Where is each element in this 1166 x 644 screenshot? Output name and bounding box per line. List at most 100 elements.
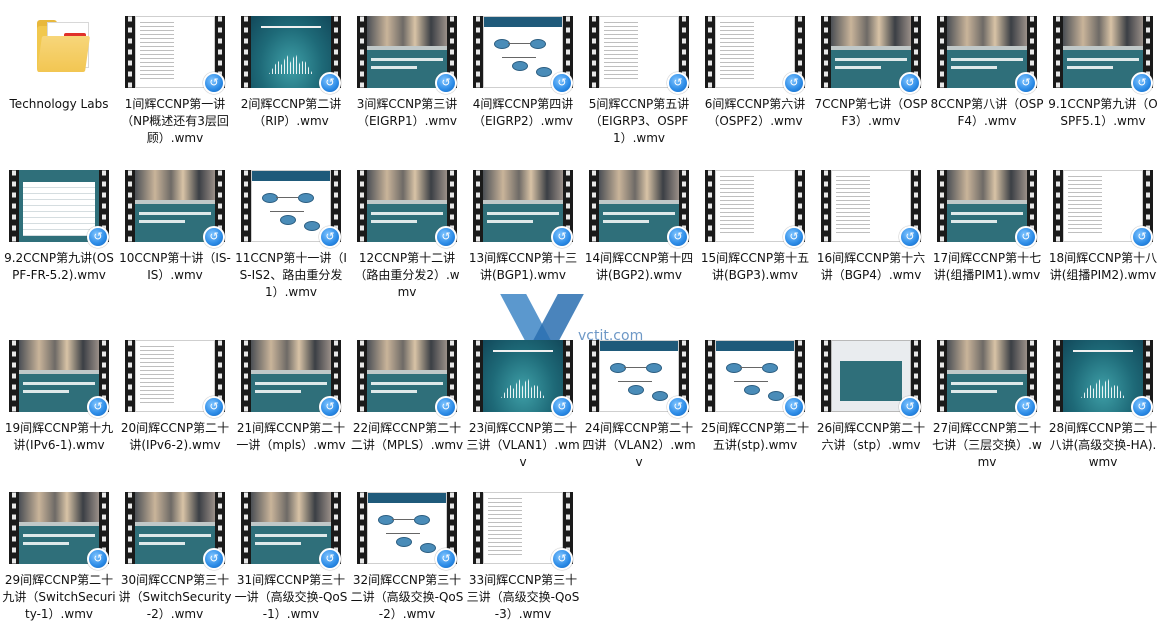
video-file[interactable]: ↺ 6间辉CCNP第六讲（OSPF2）.wmv bbox=[698, 14, 812, 130]
video-file[interactable]: ↺ 23间辉CCNP第二十三讲（VLAN1）.wmv bbox=[466, 338, 580, 471]
video-file[interactable]: ↺ 16间辉CCNP第十六讲（BGP4）.wmv bbox=[814, 168, 928, 284]
video-file[interactable]: ↺ 15间辉CCNP第十五讲(BGP3).wmv bbox=[698, 168, 812, 284]
video-file[interactable]: ↺ 12CCNP第十二讲（路由重分发2）.wmv bbox=[350, 168, 464, 301]
file-name-label: 16间辉CCNP第十六讲（BGP4）.wmv bbox=[816, 251, 926, 282]
network-diagram-preview bbox=[599, 340, 679, 412]
video-file[interactable]: ↺ 2间辉CCNP第二讲（RIP）.wmv bbox=[234, 14, 348, 130]
video-thumbnail: ↺ bbox=[821, 14, 921, 94]
video-file[interactable]: ↺ 25间辉CCNP第二十五讲(stp).wmv bbox=[698, 338, 812, 454]
file-name-label: 14间辉CCNP第十四讲(BGP2).wmv bbox=[584, 251, 694, 282]
video-file[interactable]: ↺ 28间辉CCNP第二十八讲(高级交换-HA).wmv bbox=[1046, 338, 1160, 471]
video-file[interactable]: ↺ 19间辉CCNP第十九讲(IPv6-1).wmv bbox=[2, 338, 116, 454]
video-file[interactable]: ↺ 22间辉CCNP第二十二讲（MPLS）.wmv bbox=[350, 338, 464, 454]
media-player-icon: ↺ bbox=[1131, 396, 1153, 418]
video-thumbnail: ↺ bbox=[589, 168, 689, 248]
video-thumbnail: ↺ bbox=[1053, 338, 1153, 418]
video-file[interactable]: ↺ 17间辉CCNP第十七讲(组播PIM1).wmv bbox=[930, 168, 1044, 284]
video-thumbnail: ↺ bbox=[241, 490, 341, 570]
media-player-icon: ↺ bbox=[1131, 72, 1153, 94]
media-player-icon: ↺ bbox=[899, 396, 921, 418]
video-file[interactable]: ↺ 30间辉CCNP第三十讲（SwitchSecurity-2）.wmv bbox=[118, 490, 232, 623]
video-thumbnail: ↺ bbox=[473, 490, 573, 570]
video-thumbnail: ↺ bbox=[589, 14, 689, 94]
file-name-label: 4间辉CCNP第四讲（EIGRP2）.wmv bbox=[472, 97, 574, 128]
media-player-icon: ↺ bbox=[899, 226, 921, 248]
lecture-slide-preview bbox=[947, 340, 1027, 412]
media-player-icon: ↺ bbox=[319, 226, 341, 248]
media-player-icon: ↺ bbox=[203, 226, 225, 248]
video-file[interactable]: ↺ 9.1CCNP第九讲（OSPF5.1）.wmv bbox=[1046, 14, 1160, 130]
media-player-icon: ↺ bbox=[203, 396, 225, 418]
media-player-icon: ↺ bbox=[435, 396, 457, 418]
media-player-icon: ↺ bbox=[87, 226, 109, 248]
video-file[interactable]: ↺ 10CCNP第十讲（IS-IS）.wmv bbox=[118, 168, 232, 284]
lecture-slide-preview bbox=[135, 492, 215, 564]
video-file[interactable]: ↺ 5间辉CCNP第五讲（EIGRP3、OSPF1）.wmv bbox=[582, 14, 696, 147]
video-file[interactable]: ↺ 14间辉CCNP第十四讲(BGP2).wmv bbox=[582, 168, 696, 284]
media-player-icon: ↺ bbox=[783, 396, 805, 418]
video-file[interactable]: ↺ 11CCNP第十一讲（IS-IS2、路由重分发1）.wmv bbox=[234, 168, 348, 301]
video-file[interactable]: ↺ 24间辉CCNP第二十四讲（VLAN2）.wmv bbox=[582, 338, 696, 471]
file-grid: Technology Labs vctit.com ↺ 1间辉CCNP第一讲（NP… bbox=[0, 0, 1166, 644]
video-file[interactable]: ↺ 29间辉CCNP第二十九讲（SwitchSecurity-1）.wmv bbox=[2, 490, 116, 623]
cisco-slide-preview bbox=[1063, 340, 1143, 412]
media-player-icon: ↺ bbox=[899, 72, 921, 94]
video-file[interactable]: ↺ 21间辉CCNP第二十一讲（mpls）.wmv bbox=[234, 338, 348, 454]
video-file[interactable]: ↺ 32间辉CCNP第三十二讲（高级交换-QoS-2）.wmv bbox=[350, 490, 464, 623]
lecture-slide-preview bbox=[367, 16, 447, 88]
media-player-icon: ↺ bbox=[1015, 226, 1037, 248]
video-thumbnail: ↺ bbox=[241, 338, 341, 418]
video-thumbnail: ↺ bbox=[821, 338, 921, 418]
media-player-icon: ↺ bbox=[1131, 226, 1153, 248]
folder-technology-labs[interactable]: Technology Labs bbox=[2, 14, 116, 113]
video-file[interactable]: ↺ 7CCNP第七讲（OSPF3）.wmv bbox=[814, 14, 928, 130]
file-name-label: 9.2CCNP第九讲(OSPF-FR-5.2).wmv bbox=[4, 251, 114, 282]
media-player-icon: ↺ bbox=[87, 396, 109, 418]
media-player-icon: ↺ bbox=[319, 72, 341, 94]
lecture-slide-preview bbox=[135, 170, 215, 242]
media-player-icon: ↺ bbox=[783, 72, 805, 94]
file-name-label: 7CCNP第七讲（OSPF3）.wmv bbox=[814, 97, 928, 128]
media-player-icon: ↺ bbox=[87, 548, 109, 570]
video-file[interactable]: ↺ 8CCNP第八讲（OSPF4）.wmv bbox=[930, 14, 1044, 130]
video-thumbnail: ↺ bbox=[1053, 14, 1153, 94]
lecture-slide-preview bbox=[251, 492, 331, 564]
screenshot-preview bbox=[831, 340, 911, 412]
video-thumbnail: ↺ bbox=[357, 490, 457, 570]
video-file[interactable]: ↺ 4间辉CCNP第四讲（EIGRP2）.wmv bbox=[466, 14, 580, 130]
network-diagram-preview bbox=[367, 492, 447, 564]
video-file[interactable]: ↺ 31间辉CCNP第三十一讲（高级交换-QoS-1）.wmv bbox=[234, 490, 348, 623]
video-file[interactable]: ↺ 18间辉CCNP第十八讲(组播PIM2).wmv bbox=[1046, 168, 1160, 284]
video-file[interactable]: ↺ 33间辉CCNP第三十三讲（高级交换-QoS-3）.wmv bbox=[466, 490, 580, 623]
file-name-label: 23间辉CCNP第二十三讲（VLAN1）.wmv bbox=[466, 421, 580, 469]
lecture-slide-preview bbox=[831, 16, 911, 88]
video-thumbnail: ↺ bbox=[241, 14, 341, 94]
video-thumbnail: ↺ bbox=[705, 168, 805, 248]
video-file[interactable]: ↺ 1间辉CCNP第一讲（NP概述还有3层回顾）.wmv bbox=[118, 14, 232, 147]
file-name-label: 21间辉CCNP第二十一讲（mpls）.wmv bbox=[236, 421, 346, 452]
file-name-label: 3间辉CCNP第三讲（EIGRP1）.wmv bbox=[356, 97, 458, 128]
video-thumbnail: ↺ bbox=[357, 14, 457, 94]
cisco-slide-preview bbox=[251, 16, 331, 88]
video-thumbnail: ↺ bbox=[473, 168, 573, 248]
video-file[interactable]: ↺ 20间辉CCNP第二十讲(IPv6-2).wmv bbox=[118, 338, 232, 454]
video-file[interactable]: ↺ 26间辉CCNP第二十六讲（stp）.wmv bbox=[814, 338, 928, 454]
video-file[interactable]: ↺ 3间辉CCNP第三讲（EIGRP1）.wmv bbox=[350, 14, 464, 130]
file-name-label: 15间辉CCNP第十五讲(BGP3).wmv bbox=[700, 251, 810, 282]
folder-icon bbox=[37, 20, 97, 72]
console-text-preview bbox=[1063, 170, 1143, 242]
video-file[interactable]: ↺ 27间辉CCNP第二十七讲（三层交换）.wmv bbox=[930, 338, 1044, 471]
file-name-label: 1间辉CCNP第一讲（NP概述还有3层回顾）.wmv bbox=[121, 97, 229, 145]
media-player-icon: ↺ bbox=[1015, 72, 1037, 94]
video-file[interactable]: ↺ 9.2CCNP第九讲(OSPF-FR-5.2).wmv bbox=[2, 168, 116, 284]
network-diagram-preview bbox=[483, 16, 563, 88]
media-player-icon: ↺ bbox=[435, 72, 457, 94]
media-player-icon: ↺ bbox=[667, 396, 689, 418]
media-player-icon: ↺ bbox=[203, 72, 225, 94]
media-player-icon: ↺ bbox=[667, 226, 689, 248]
video-thumbnail: ↺ bbox=[705, 338, 805, 418]
lecture-slide-preview bbox=[947, 170, 1027, 242]
video-file[interactable]: ↺ 13间辉CCNP第十三讲(BGP1).wmv bbox=[466, 168, 580, 284]
video-thumbnail: ↺ bbox=[937, 14, 1037, 94]
video-thumbnail: ↺ bbox=[241, 168, 341, 248]
